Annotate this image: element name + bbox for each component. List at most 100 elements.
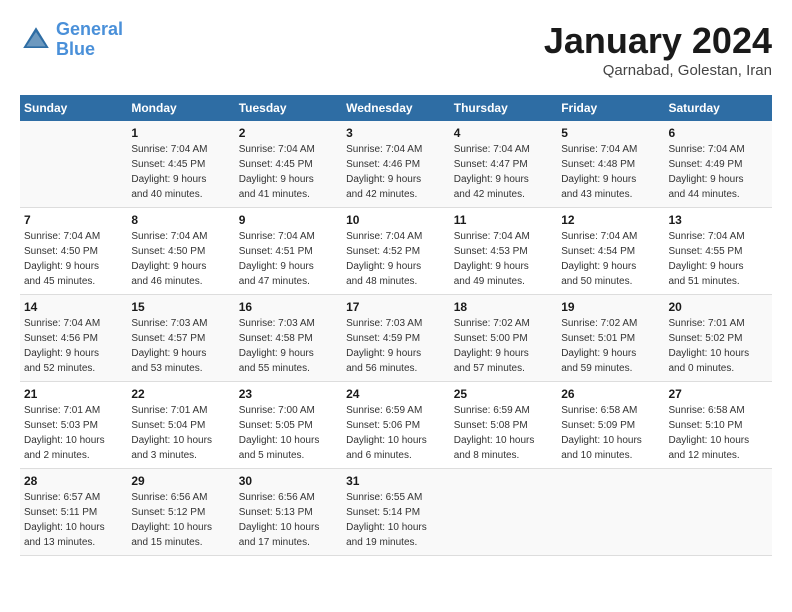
day-number: 21 xyxy=(24,387,123,401)
day-header-wednesday: Wednesday xyxy=(342,95,450,121)
day-number: 14 xyxy=(24,300,123,314)
day-info: Sunrise: 7:04 AMSunset: 4:45 PMDaylight:… xyxy=(239,142,338,202)
day-number: 4 xyxy=(454,126,553,140)
title-block: January 2024 Qarnabad, Golestan, Iran xyxy=(544,20,772,79)
day-number: 10 xyxy=(346,213,446,227)
day-info: Sunrise: 7:04 AMSunset: 4:53 PMDaylight:… xyxy=(454,229,553,289)
day-info: Sunrise: 7:04 AMSunset: 4:45 PMDaylight:… xyxy=(131,142,230,202)
day-number: 3 xyxy=(346,126,446,140)
calendar-cell xyxy=(665,469,773,556)
day-number: 16 xyxy=(239,300,338,314)
day-info: Sunrise: 7:04 AMSunset: 4:46 PMDaylight:… xyxy=(346,142,446,202)
day-number: 13 xyxy=(669,213,769,227)
day-info: Sunrise: 7:01 AMSunset: 5:03 PMDaylight:… xyxy=(24,403,123,463)
calendar-cell: 27Sunrise: 6:58 AMSunset: 5:10 PMDayligh… xyxy=(665,382,773,469)
day-header-monday: Monday xyxy=(127,95,234,121)
calendar-cell: 12 Sunrise: 7:04 AMSunset: 4:54 PMDayligh… xyxy=(557,208,664,295)
day-info: Sunrise: 7:04 AMSunset: 4:54 PMDaylight:… xyxy=(561,229,660,289)
day-number: 22 xyxy=(131,387,230,401)
day-info: Sunrise: 6:56 AMSunset: 5:13 PMDaylight:… xyxy=(239,490,338,550)
day-info: Sunrise: 7:04 AMSunset: 4:55 PMDaylight:… xyxy=(669,229,769,289)
day-info: Sunrise: 7:01 AMSunset: 5:04 PMDaylight:… xyxy=(131,403,230,463)
calendar-cell xyxy=(20,121,127,208)
calendar-cell: 21 Sunrise: 7:01 AMSunset: 5:03 PMDayligh… xyxy=(20,382,127,469)
logo-line2: Blue xyxy=(56,39,95,59)
day-number: 26 xyxy=(561,387,660,401)
day-number: 31 xyxy=(346,474,446,488)
day-number: 5 xyxy=(561,126,660,140)
day-info: Sunrise: 7:03 AMSunset: 4:57 PMDaylight:… xyxy=(131,316,230,376)
day-number: 15 xyxy=(131,300,230,314)
calendar-cell: 10 Sunrise: 7:04 AMSunset: 4:52 PMDayligh… xyxy=(342,208,450,295)
calendar-header-row: SundayMondayTuesdayWednesdayThursdayFrid… xyxy=(20,95,772,121)
day-info: Sunrise: 7:03 AMSunset: 4:58 PMDaylight:… xyxy=(239,316,338,376)
day-info: Sunrise: 7:04 AMSunset: 4:56 PMDaylight:… xyxy=(24,316,123,376)
day-number: 27 xyxy=(669,387,769,401)
day-info: Sunrise: 7:04 AMSunset: 4:48 PMDaylight:… xyxy=(561,142,660,202)
day-number: 20 xyxy=(669,300,769,314)
calendar-week-row: 7 Sunrise: 7:04 AMSunset: 4:50 PMDaylight… xyxy=(20,208,772,295)
calendar-cell: 17 Sunrise: 7:03 AMSunset: 4:59 PMDayligh… xyxy=(342,295,450,382)
calendar-cell: 7 Sunrise: 7:04 AMSunset: 4:50 PMDaylight… xyxy=(20,208,127,295)
calendar-cell: 23Sunrise: 7:00 AMSunset: 5:05 PMDayligh… xyxy=(235,382,342,469)
day-info: Sunrise: 7:04 AMSunset: 4:47 PMDaylight:… xyxy=(454,142,553,202)
day-number: 8 xyxy=(131,213,230,227)
calendar-week-row: 28Sunrise: 6:57 AMSunset: 5:11 PMDayligh… xyxy=(20,469,772,556)
day-header-friday: Friday xyxy=(557,95,664,121)
day-number: 7 xyxy=(24,213,123,227)
calendar-cell: 19Sunrise: 7:02 AMSunset: 5:01 PMDayligh… xyxy=(557,295,664,382)
day-header-thursday: Thursday xyxy=(450,95,557,121)
day-info: Sunrise: 7:04 AMSunset: 4:52 PMDaylight:… xyxy=(346,229,446,289)
calendar-cell: 28Sunrise: 6:57 AMSunset: 5:11 PMDayligh… xyxy=(20,469,127,556)
day-info: Sunrise: 6:58 AMSunset: 5:09 PMDaylight:… xyxy=(561,403,660,463)
day-number: 24 xyxy=(346,387,446,401)
day-header-tuesday: Tuesday xyxy=(235,95,342,121)
day-info: Sunrise: 7:02 AMSunset: 5:00 PMDaylight:… xyxy=(454,316,553,376)
calendar-cell: 26 Sunrise: 6:58 AMSunset: 5:09 PMDayligh… xyxy=(557,382,664,469)
calendar-cell: 25Sunrise: 6:59 AMSunset: 5:08 PMDayligh… xyxy=(450,382,557,469)
day-number: 11 xyxy=(454,213,553,227)
logo-line1: General xyxy=(56,19,123,39)
day-number: 18 xyxy=(454,300,553,314)
day-number: 12 xyxy=(561,213,660,227)
day-number: 30 xyxy=(239,474,338,488)
day-info: Sunrise: 7:01 AMSunset: 5:02 PMDaylight:… xyxy=(669,316,769,376)
day-info: Sunrise: 7:04 AMSunset: 4:50 PMDaylight:… xyxy=(131,229,230,289)
location-subtitle: Qarnabad, Golestan, Iran xyxy=(544,62,772,79)
logo-text: General Blue xyxy=(56,20,123,60)
calendar-cell: 18 Sunrise: 7:02 AMSunset: 5:00 PMDayligh… xyxy=(450,295,557,382)
day-info: Sunrise: 7:04 AMSunset: 4:50 PMDaylight:… xyxy=(24,229,123,289)
calendar-cell: 14 Sunrise: 7:04 AMSunset: 4:56 PMDayligh… xyxy=(20,295,127,382)
day-header-sunday: Sunday xyxy=(20,95,127,121)
day-number: 6 xyxy=(669,126,769,140)
logo-icon xyxy=(20,24,52,56)
calendar-week-row: 1 Sunrise: 7:04 AMSunset: 4:45 PMDaylight… xyxy=(20,121,772,208)
calendar-cell: 20 Sunrise: 7:01 AMSunset: 5:02 PMDayligh… xyxy=(665,295,773,382)
calendar-cell: 30 Sunrise: 6:56 AMSunset: 5:13 PMDayligh… xyxy=(235,469,342,556)
day-number: 19 xyxy=(561,300,660,314)
calendar-cell: 22 Sunrise: 7:01 AMSunset: 5:04 PMDayligh… xyxy=(127,382,234,469)
calendar-week-row: 21 Sunrise: 7:01 AMSunset: 5:03 PMDayligh… xyxy=(20,382,772,469)
calendar-cell: 6Sunrise: 7:04 AMSunset: 4:49 PMDaylight… xyxy=(665,121,773,208)
calendar-cell xyxy=(450,469,557,556)
month-title: January 2024 xyxy=(544,20,772,62)
day-info: Sunrise: 6:55 AMSunset: 5:14 PMDaylight:… xyxy=(346,490,446,550)
calendar-cell: 2 Sunrise: 7:04 AMSunset: 4:45 PMDaylight… xyxy=(235,121,342,208)
day-number: 28 xyxy=(24,474,123,488)
calendar-table: SundayMondayTuesdayWednesdayThursdayFrid… xyxy=(20,95,772,556)
day-number: 1 xyxy=(131,126,230,140)
day-number: 17 xyxy=(346,300,446,314)
calendar-cell: 4 Sunrise: 7:04 AMSunset: 4:47 PMDaylight… xyxy=(450,121,557,208)
day-number: 25 xyxy=(454,387,553,401)
calendar-cell: 3 Sunrise: 7:04 AMSunset: 4:46 PMDaylight… xyxy=(342,121,450,208)
day-number: 23 xyxy=(239,387,338,401)
calendar-cell xyxy=(557,469,664,556)
calendar-cell: 13 Sunrise: 7:04 AMSunset: 4:55 PMDayligh… xyxy=(665,208,773,295)
day-header-saturday: Saturday xyxy=(665,95,773,121)
calendar-cell: 11 Sunrise: 7:04 AMSunset: 4:53 PMDayligh… xyxy=(450,208,557,295)
calendar-cell: 8 Sunrise: 7:04 AMSunset: 4:50 PMDaylight… xyxy=(127,208,234,295)
day-info: Sunrise: 7:03 AMSunset: 4:59 PMDaylight:… xyxy=(346,316,446,376)
day-number: 2 xyxy=(239,126,338,140)
calendar-cell: 31 Sunrise: 6:55 AMSunset: 5:14 PMDayligh… xyxy=(342,469,450,556)
day-number: 9 xyxy=(239,213,338,227)
